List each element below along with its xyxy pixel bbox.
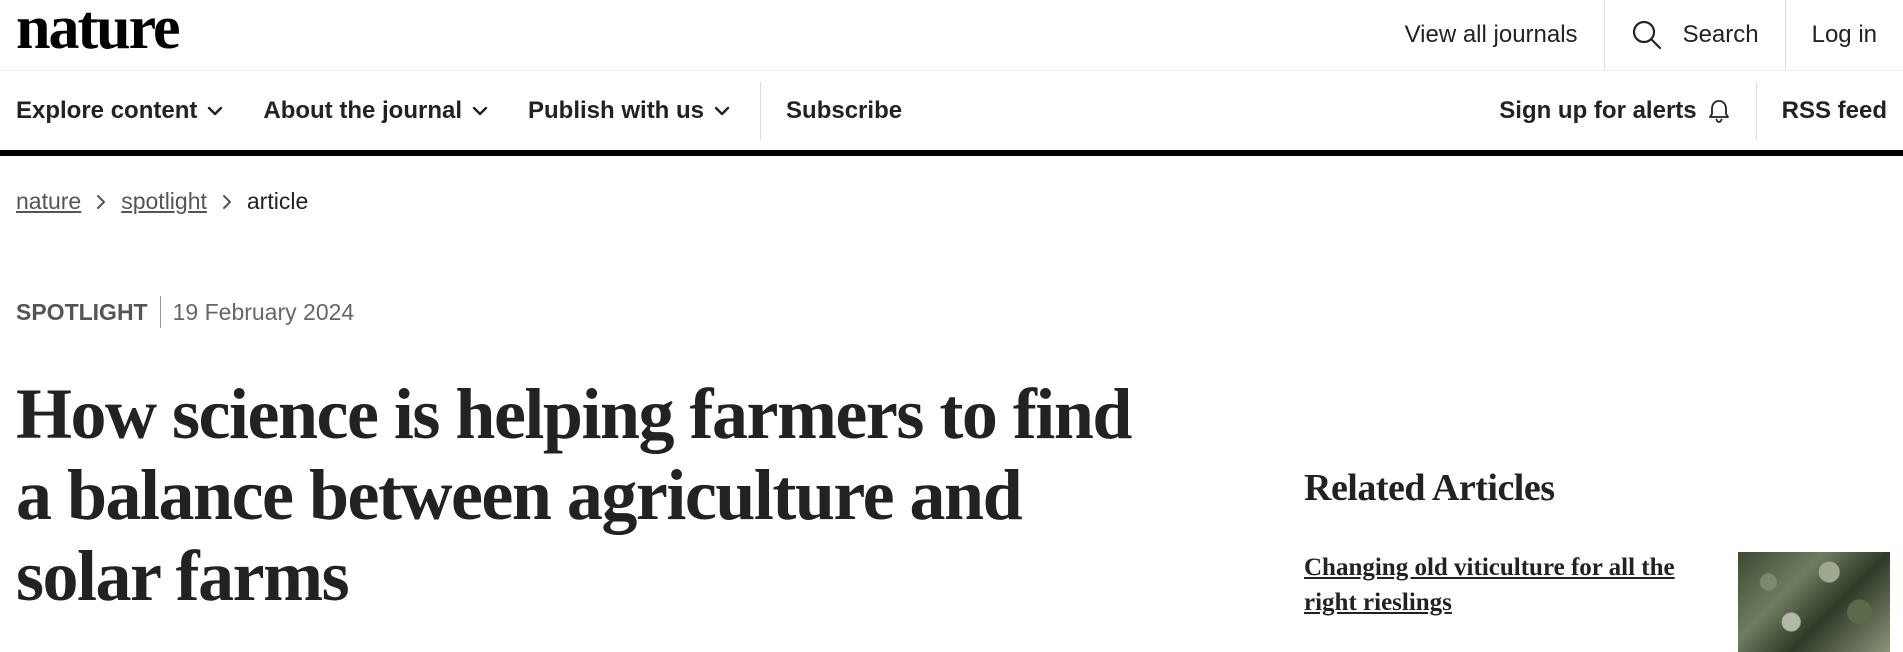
article-meta: SPOTLIGHT 19 February 2024 xyxy=(16,296,354,328)
chevron-down-icon xyxy=(472,106,488,115)
publish-with-us-menu[interactable]: Publish with us xyxy=(528,97,730,125)
chevron-right-icon xyxy=(221,194,233,210)
nav-right: Sign up for alerts RSS feed xyxy=(1499,71,1887,150)
article-date: 19 February 2024 xyxy=(172,298,355,325)
article-type: SPOTLIGHT xyxy=(16,298,148,325)
view-all-journals-link[interactable]: View all journals xyxy=(1379,0,1604,70)
sign-up-for-alerts-label: Sign up for alerts xyxy=(1499,96,1697,124)
article-title: How science is helping farmers to find a… xyxy=(16,374,1132,616)
top-header: nature View all journals Search Log in xyxy=(0,0,1903,71)
search-link[interactable]: Search xyxy=(1605,0,1785,70)
nav-left: Explore content About the journal Publis… xyxy=(16,71,942,150)
rss-feed-link[interactable]: RSS feed xyxy=(1782,97,1887,125)
nature-logo[interactable]: nature xyxy=(16,0,181,62)
related-article-link[interactable]: Changing old viticulture for all the rig… xyxy=(1304,550,1704,620)
main-nav: Explore content About the journal Publis… xyxy=(0,71,1903,156)
bell-icon xyxy=(1708,99,1729,123)
chevron-down-icon xyxy=(714,106,730,115)
explore-content-menu[interactable]: Explore content xyxy=(16,97,223,125)
divider xyxy=(760,81,762,140)
related-article-thumbnail[interactable] xyxy=(1738,552,1890,652)
breadcrumb-current: article xyxy=(246,188,309,214)
about-the-journal-label: About the journal xyxy=(263,96,463,124)
search-icon xyxy=(1632,20,1661,50)
breadcrumb-nature[interactable]: nature xyxy=(16,188,81,215)
breadcrumb-spotlight[interactable]: spotlight xyxy=(121,188,207,215)
sign-up-for-alerts-link[interactable]: Sign up for alerts xyxy=(1499,97,1730,125)
chevron-right-icon xyxy=(95,194,107,210)
explore-content-label: Explore content xyxy=(16,96,198,124)
divider xyxy=(159,296,161,328)
search-label: Search xyxy=(1682,21,1759,48)
related-articles-heading: Related Articles xyxy=(1304,467,1555,509)
chevron-down-icon xyxy=(208,106,223,115)
top-utility-links: View all journals Search Log in xyxy=(1379,0,1903,70)
related-article-item: Changing old viticulture for all the rig… xyxy=(1304,550,1890,652)
log-in-link[interactable]: Log in xyxy=(1786,0,1903,70)
related-articles: Related Articles Changing old viticultur… xyxy=(1304,466,1890,652)
about-the-journal-menu[interactable]: About the journal xyxy=(263,97,488,125)
publish-with-us-label: Publish with us xyxy=(528,96,705,124)
subscribe-link[interactable]: Subscribe xyxy=(786,97,902,125)
breadcrumb: nature spotlight article xyxy=(16,188,308,215)
divider xyxy=(1755,81,1757,140)
